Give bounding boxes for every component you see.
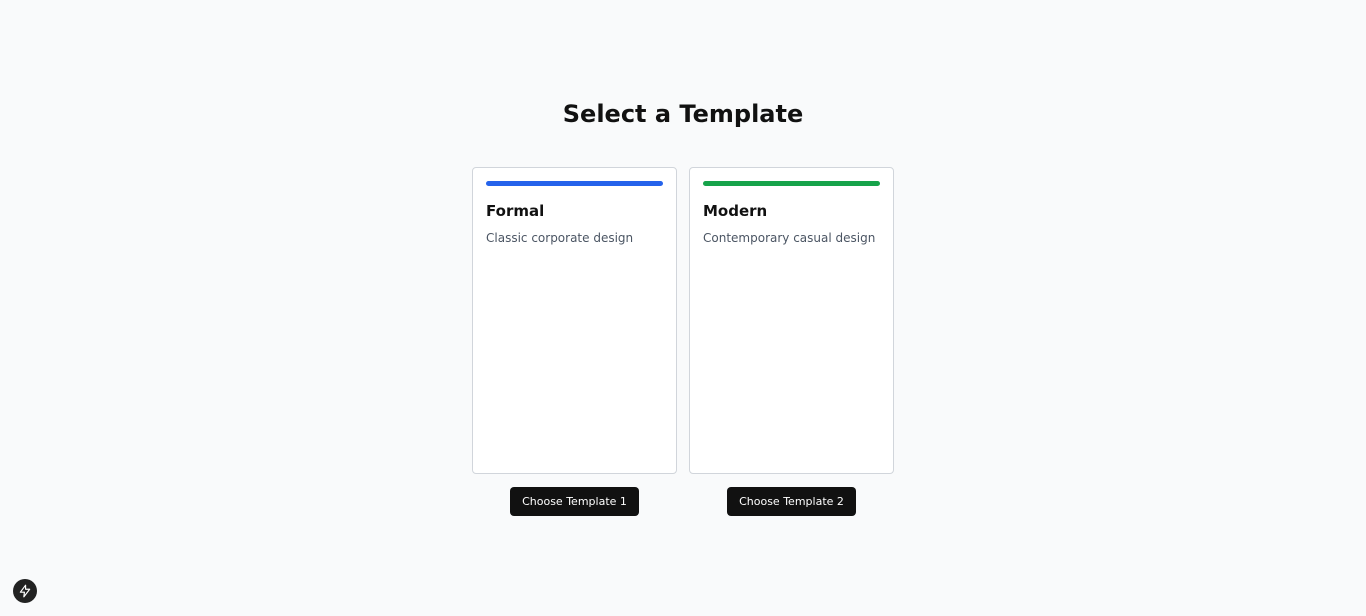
lightning-bolt-icon [19, 584, 31, 598]
template-description: Classic corporate design [486, 231, 634, 245]
template-option-modern: Modern Contemporary casual design Choose… [689, 167, 894, 516]
template-option-formal: Formal Classic corporate design Choose T… [472, 167, 677, 516]
template-accent-bar [703, 181, 880, 186]
template-name: Formal [486, 202, 545, 220]
page-title: Select a Template [562, 100, 804, 128]
dev-tools-button[interactable] [13, 579, 37, 603]
template-name: Modern [703, 202, 768, 220]
template-accent-bar [486, 181, 663, 186]
choose-template-2-button[interactable]: Choose Template 2 [727, 487, 856, 516]
template-description: Contemporary casual design [703, 231, 876, 245]
template-card[interactable]: Modern Contemporary casual design [689, 167, 894, 474]
template-selection-page: Select a Template Formal Classic corpora… [0, 0, 1366, 616]
choose-template-1-button[interactable]: Choose Template 1 [510, 487, 639, 516]
template-card[interactable]: Formal Classic corporate design [472, 167, 677, 474]
